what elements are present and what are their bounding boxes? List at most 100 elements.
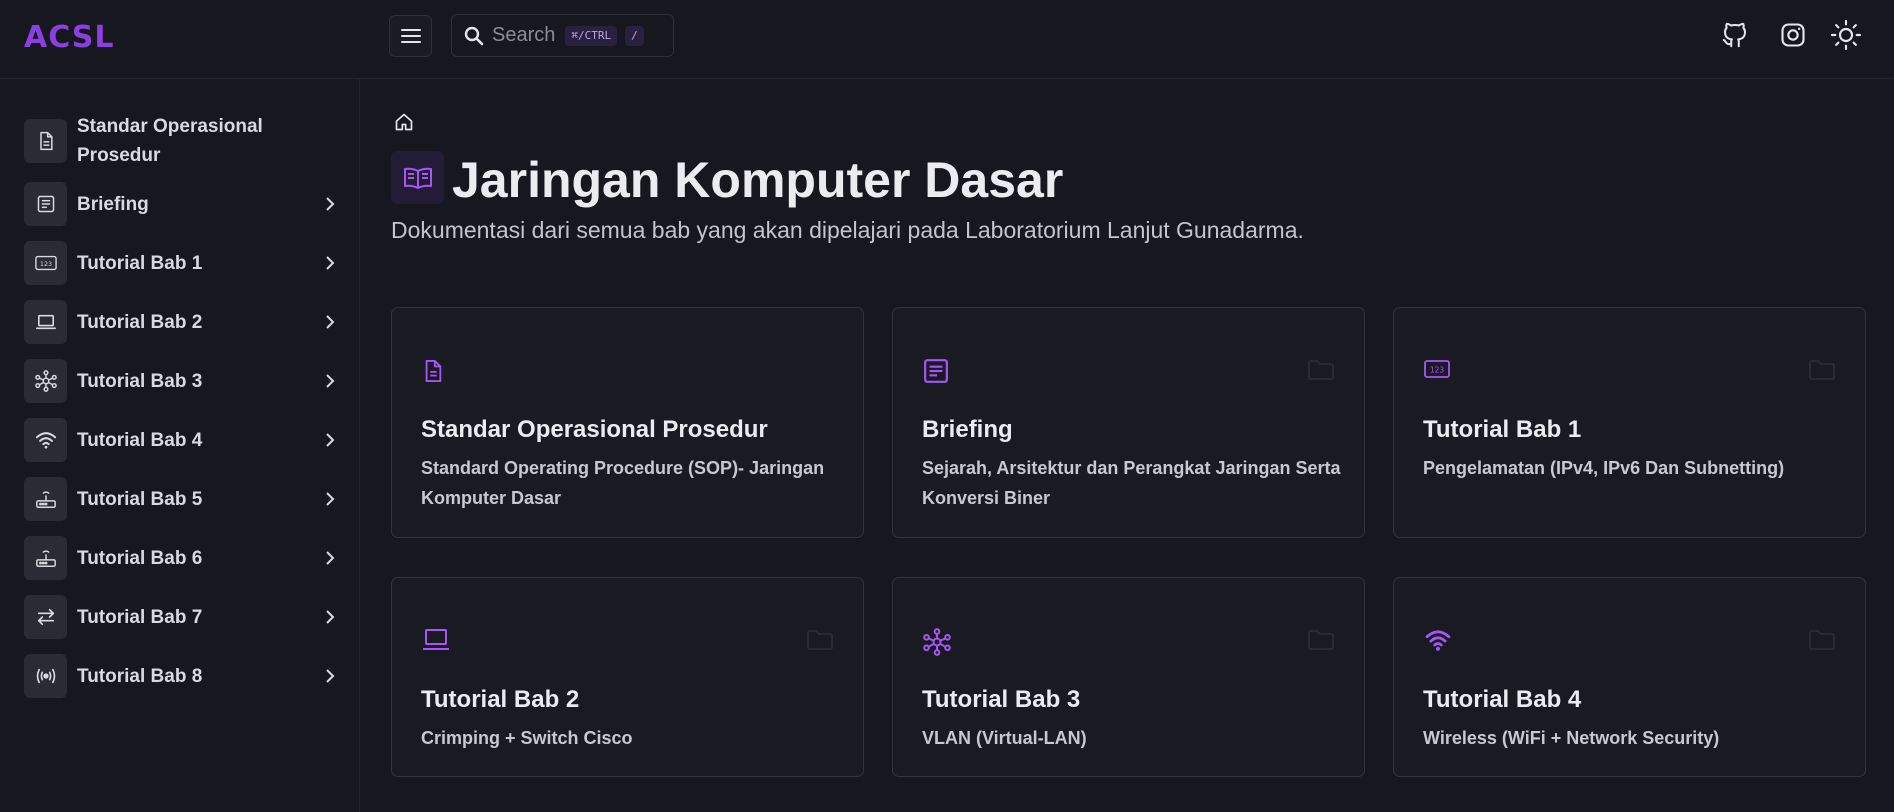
sidebar-item-tutorial-bab-3[interactable]: Tutorial Bab 3 <box>24 359 340 403</box>
menu-toggle-button[interactable] <box>389 15 432 57</box>
sidebar-item-tutorial-bab-7[interactable]: Tutorial Bab 7 <box>24 595 340 639</box>
sidebar-icon-box: 123 <box>24 241 67 285</box>
home-icon <box>395 113 413 131</box>
folder-icon <box>1308 360 1334 385</box>
document-icon <box>422 358 444 389</box>
newspaper-icon <box>37 195 54 213</box>
sidebar-item-tutorial-bab-2[interactable]: Tutorial Bab 2 <box>24 300 340 344</box>
card-tutorial-bab-3[interactable]: Tutorial Bab 3 VLAN (Virtual-LAN) <box>892 577 1365 777</box>
router-icon <box>35 550 56 567</box>
chevron-right-icon <box>320 489 340 509</box>
sidebar-item-label: Standar Operasional Prosedur <box>77 116 263 166</box>
sidebar-icon-box <box>24 536 67 580</box>
sidebar-item-label: Tutorial Bab 8 <box>77 665 203 687</box>
chevron-right-icon <box>320 312 340 332</box>
svg-text:123: 123 <box>39 260 51 268</box>
folder-icon <box>807 630 833 655</box>
wifi-icon <box>1424 628 1452 657</box>
top-navbar: ACSL Search ⌘/CTRL / <box>0 0 1894 79</box>
github-link[interactable] <box>1718 18 1752 52</box>
broadcast-icon <box>36 668 55 684</box>
instagram-link[interactable] <box>1776 18 1810 52</box>
sidebar-icon-box <box>24 182 67 226</box>
sidebar-icon-box <box>24 477 67 521</box>
card-description: Crimping + Switch Cisco <box>421 728 633 748</box>
sidebar-item-tutorial-bab-1[interactable]: 123 Tutorial Bab 1 <box>24 241 340 285</box>
book-icon <box>403 167 432 189</box>
card-briefing[interactable]: Briefing Sejarah, Arsitektur dan Perangk… <box>892 307 1365 538</box>
laptop-icon <box>422 628 450 657</box>
hamburger-icon <box>400 29 421 43</box>
card-description: Standard Operating Procedure (SOP)- Jari… <box>421 458 825 508</box>
folder-icon <box>1809 630 1835 655</box>
sidebar-item-briefing[interactable]: Briefing <box>24 182 340 226</box>
card-tutorial-bab-1[interactable]: 123 Tutorial Bab 1 Pengelamatan (IPv4, I… <box>1393 307 1866 538</box>
page-title-icon-box <box>391 151 444 204</box>
card-tutorial-bab-2[interactable]: Tutorial Bab 2 Crimping + Switch Cisco <box>391 577 864 777</box>
chevron-right-icon <box>320 194 340 214</box>
card-description: VLAN (Virtual-LAN) <box>922 728 1087 748</box>
document-icon <box>39 131 53 151</box>
laptop-icon <box>35 314 56 330</box>
sidebar-item-tutorial-bab-5[interactable]: Tutorial Bab 5 <box>24 477 340 521</box>
search-placeholder: Search <box>492 24 556 46</box>
instagram-icon <box>1781 23 1805 47</box>
network-icon <box>923 628 951 661</box>
folder-icon <box>1308 630 1334 655</box>
card-title: Tutorial Bab 2 <box>421 686 580 713</box>
sidebar-item-label: Tutorial Bab 4 <box>77 429 203 451</box>
network-icon <box>34 370 57 392</box>
numbers-icon: 123 <box>1424 358 1450 385</box>
chevron-right-icon <box>320 430 340 450</box>
card-tutorial-bab-4[interactable]: Tutorial Bab 4 Wireless (WiFi + Network … <box>1393 577 1866 777</box>
arrows-icon <box>37 608 54 626</box>
numbers-icon: 123 <box>34 255 57 271</box>
sidebar-icon-box <box>24 359 67 403</box>
card-title: Briefing <box>922 416 1013 443</box>
card-sop[interactable]: Standar Operasional Prosedur Standard Op… <box>391 307 864 538</box>
card-description: Sejarah, Arsitektur dan Perangkat Jaring… <box>922 458 1341 508</box>
search-input[interactable]: Search ⌘/CTRL / <box>451 14 674 57</box>
search-shortcut-badge: ⌘/CTRL <box>565 25 618 46</box>
wifi-icon <box>35 432 56 449</box>
breadcrumb-home-link[interactable] <box>394 112 414 137</box>
sidebar-icon-box <box>24 418 67 462</box>
page-description: Dokumentasi dari semua bab yang akan dip… <box>391 217 1304 243</box>
card-description: Wireless (WiFi + Network Security) <box>1423 728 1720 748</box>
sidebar-item-label: Tutorial Bab 7 <box>77 606 203 628</box>
sidebar-item-sop[interactable]: Standar Operasional Prosedur <box>24 112 340 170</box>
sidebar-item-tutorial-bab-6[interactable]: Tutorial Bab 6 <box>24 536 340 580</box>
sidebar-item-label: Tutorial Bab 6 <box>77 547 203 569</box>
site-logo[interactable]: ACSL <box>24 20 115 55</box>
sidebar-icon-box <box>24 654 67 698</box>
router-icon <box>35 491 56 508</box>
search-shortcut-key: / <box>625 25 644 46</box>
sidebar-item-tutorial-bab-8[interactable]: Tutorial Bab 8 <box>24 654 340 698</box>
chevron-right-icon <box>320 371 340 391</box>
newspaper-icon <box>923 358 949 389</box>
sidebar-icon-box <box>24 300 67 344</box>
chevron-right-icon <box>320 548 340 568</box>
page-title: Jaringan Komputer Dasar <box>452 152 1064 208</box>
sidebar: Standar Operasional Prosedur Briefing 12… <box>0 79 360 812</box>
folder-icon <box>1809 360 1835 385</box>
sidebar-icon-box <box>24 119 67 163</box>
card-title: Tutorial Bab 1 <box>1423 416 1582 443</box>
theme-toggle-button[interactable] <box>1829 18 1863 52</box>
chevron-right-icon <box>320 666 340 686</box>
sidebar-item-tutorial-bab-4[interactable]: Tutorial Bab 4 <box>24 418 340 462</box>
card-title: Tutorial Bab 3 <box>922 686 1081 713</box>
search-icon <box>464 26 484 45</box>
svg-text:123: 123 <box>1430 366 1445 375</box>
sidebar-item-label: Tutorial Bab 1 <box>77 252 203 274</box>
sidebar-icon-box <box>24 595 67 639</box>
card-title: Standar Operasional Prosedur <box>421 416 768 443</box>
card-description: Pengelamatan (IPv4, IPv6 Dan Subnetting) <box>1423 458 1785 478</box>
sun-icon <box>1830 19 1862 51</box>
chevron-right-icon <box>320 253 340 273</box>
sidebar-item-label: Briefing <box>77 193 149 215</box>
card-title: Tutorial Bab 4 <box>1423 686 1582 713</box>
sidebar-item-label: Tutorial Bab 3 <box>77 370 203 392</box>
github-icon <box>1722 22 1746 48</box>
sidebar-item-label: Tutorial Bab 2 <box>77 311 203 333</box>
